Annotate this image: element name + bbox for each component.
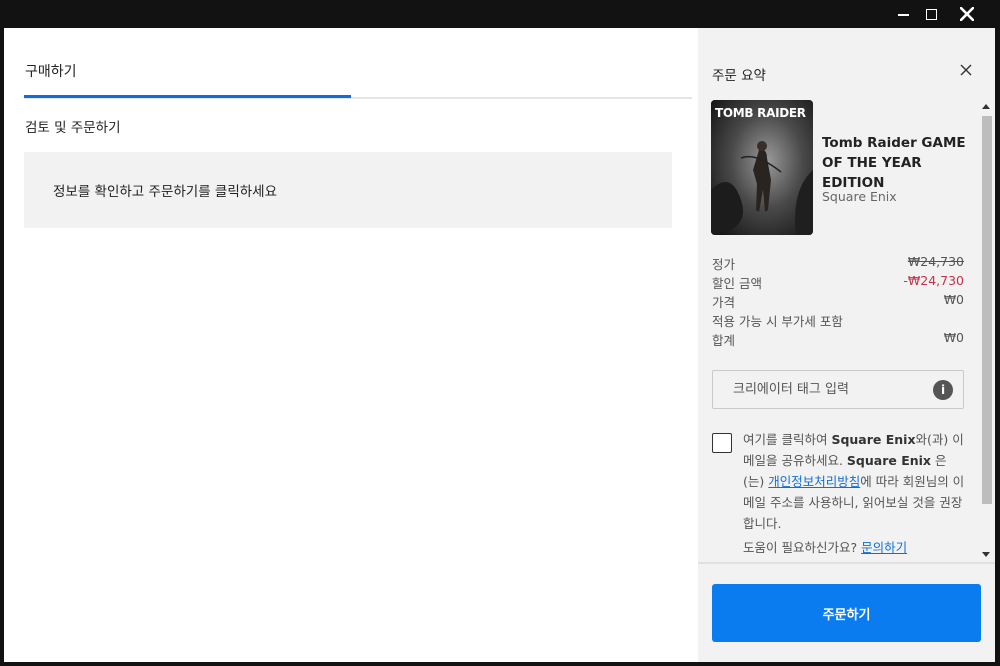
price-value: ₩0 xyxy=(943,292,964,307)
checkout-main-panel: 구매하기 검토 및 주문하기 정보를 확인하고 주문하기를 클릭하세요 xyxy=(4,28,698,662)
window-border-bottom xyxy=(0,662,1000,666)
footer-divider xyxy=(698,562,995,564)
privacy-policy-link[interactable]: 개인정보처리방침 xyxy=(768,474,860,489)
cover-title-text: TOMB RAIDER xyxy=(715,106,806,120)
contact-link[interactable]: 문의하기 xyxy=(861,540,907,555)
order-summary-panel: 주문 요약 TOMB RAIDER Tomb Raider GAME OF TH… xyxy=(698,28,995,662)
discount-value: -₩24,730 xyxy=(903,273,964,288)
close-window-button[interactable] xyxy=(950,0,984,28)
game-cover-image: TOMB RAIDER xyxy=(711,100,813,235)
info-icon[interactable]: i xyxy=(933,380,953,400)
consent-company-name: Square Enix xyxy=(831,432,916,447)
price-row-discount: 할인 금액 -₩24,730 xyxy=(712,273,964,291)
help-text: 도움이 필요하신가요? 문의하기 xyxy=(743,537,907,556)
email-consent-text: 여기를 클릭하여 Square Enix와(과) 이메일을 공유하세요. Squ… xyxy=(743,429,965,534)
creator-tag-input[interactable] xyxy=(713,371,928,408)
price-label: 정가 xyxy=(712,257,736,272)
price-row-list: 정가 ₩24,730 xyxy=(712,254,964,272)
scroll-down-arrow-icon[interactable] xyxy=(982,552,990,557)
window-titlebar xyxy=(0,0,1000,28)
price-row-price: 가격 ₩0 xyxy=(712,292,964,310)
close-summary-button[interactable] xyxy=(956,60,976,80)
progress-indicator xyxy=(24,95,351,98)
close-icon xyxy=(960,7,974,21)
total-value: ₩0 xyxy=(943,330,964,345)
vat-note: 적용 가능 시 부가세 포함 xyxy=(712,314,843,329)
price-label: 할인 금액 xyxy=(712,276,762,291)
info-message: 정보를 확인하고 주문하기를 클릭하세요 xyxy=(53,184,278,200)
consent-text-part: 여기를 클릭하여 xyxy=(743,432,832,447)
scroll-thumb[interactable] xyxy=(982,116,992,504)
step-title: 검토 및 주문하기 xyxy=(25,120,121,136)
maximize-button[interactable] xyxy=(914,0,948,28)
window-border-right xyxy=(995,28,1000,666)
close-icon xyxy=(960,64,972,76)
place-order-button[interactable]: 주문하기 xyxy=(712,584,981,642)
vat-note-row: 적용 가능 시 부가세 포함 xyxy=(712,311,964,329)
consent-company-name: Square Enix xyxy=(846,453,931,468)
publisher-name: Square Enix xyxy=(822,189,897,204)
price-row-total: 합계 ₩0 xyxy=(712,330,964,348)
price-label: 합계 xyxy=(712,333,736,348)
minimize-icon xyxy=(897,14,909,16)
help-question: 도움이 필요하신가요? xyxy=(743,540,862,555)
info-box: 정보를 확인하고 주문하기를 클릭하세요 xyxy=(24,152,672,228)
maximize-icon xyxy=(925,8,937,20)
creator-tag-field: i xyxy=(712,370,964,409)
price-label: 가격 xyxy=(712,295,736,310)
email-consent-checkbox[interactable] xyxy=(712,433,732,453)
summary-title: 주문 요약 xyxy=(712,68,766,84)
game-name: Tomb Raider GAME OF THE YEAR EDITION xyxy=(822,135,966,191)
list-price-value: ₩24,730 xyxy=(907,254,964,269)
scroll-up-arrow-icon[interactable] xyxy=(982,104,990,109)
summary-scrollbar[interactable] xyxy=(981,100,993,560)
page-title: 구매하기 xyxy=(25,64,77,80)
